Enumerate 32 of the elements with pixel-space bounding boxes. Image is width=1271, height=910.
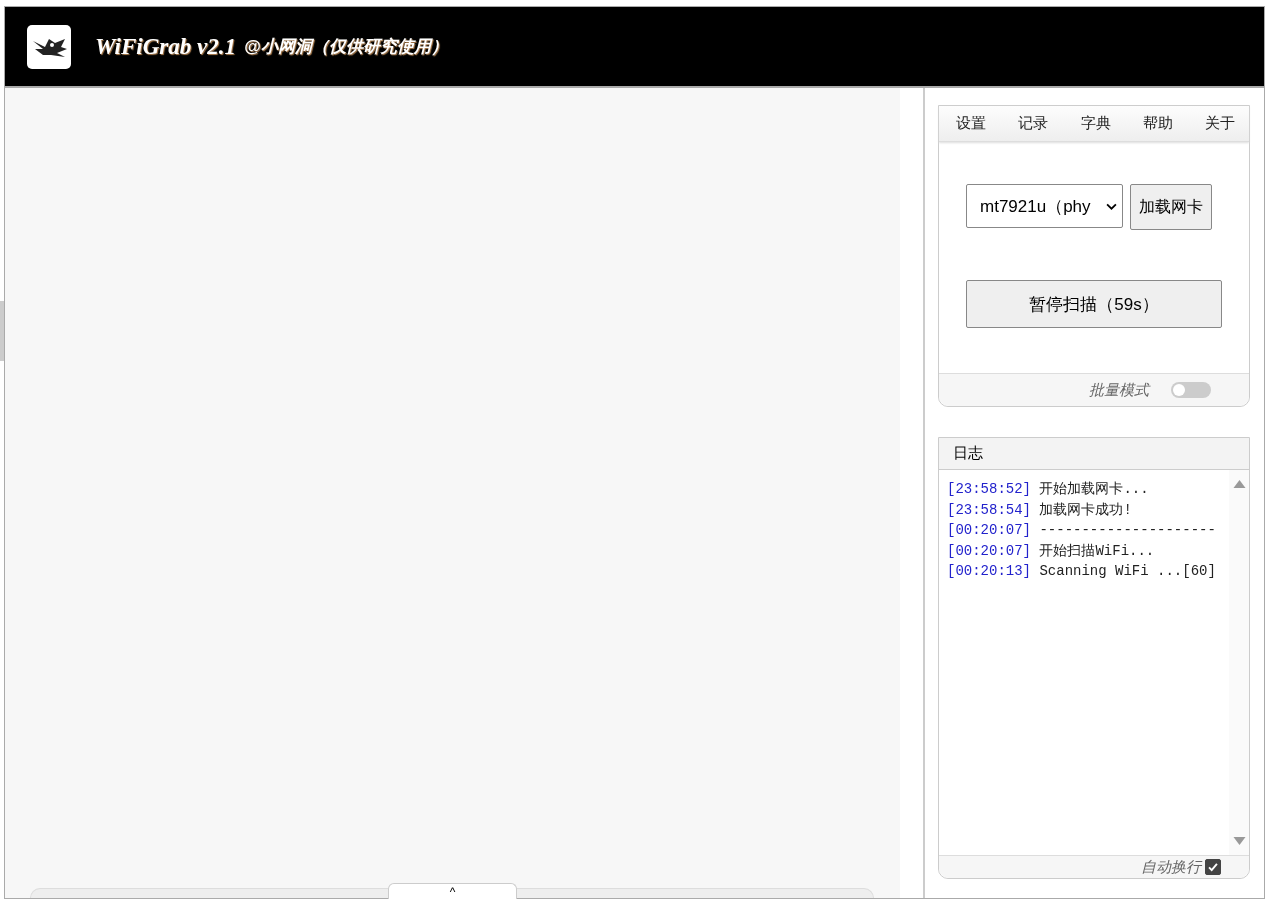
app-subtitle: @小网洞（仅供研究使用） xyxy=(244,36,448,58)
batch-mode-toggle[interactable] xyxy=(1171,382,1211,398)
app-title: WiFiGrab v2.1 xyxy=(95,33,236,60)
scrollbar[interactable] xyxy=(1229,470,1249,855)
load-adapter-button[interactable]: 加载网卡 xyxy=(1130,184,1212,230)
log-message: 开始加载网卡... xyxy=(1039,481,1149,497)
menu-item[interactable]: 设置 xyxy=(956,114,986,133)
menu-item[interactable]: 字典 xyxy=(1080,114,1111,133)
drawer-toggle[interactable]: ^ xyxy=(388,883,517,899)
scroll-down-icon[interactable] xyxy=(1232,837,1246,845)
adapter-select[interactable]: mt7921u（phy xyxy=(966,184,1123,228)
auto-wrap-label: 自动换行 xyxy=(1141,857,1201,877)
log-message: --------------------- xyxy=(1039,522,1216,538)
batch-mode-label: 批量模式 xyxy=(1089,380,1149,400)
log-message: 开始扫描WiFi... xyxy=(1039,542,1155,559)
menu-item[interactable]: 记录 xyxy=(1018,114,1049,133)
menu-item[interactable]: 关于 xyxy=(1205,114,1235,133)
log-timestamp: [00:20:13] xyxy=(947,563,1031,579)
scroll-handle[interactable] xyxy=(0,301,4,361)
log-title: 日志 xyxy=(953,444,983,463)
bird-logo-icon xyxy=(27,24,71,69)
chevron-down-icon xyxy=(1106,202,1117,210)
log-message: Scanning WiFi ...[60] xyxy=(1039,563,1216,579)
scroll-up-icon[interactable] xyxy=(1232,480,1246,488)
log-timestamp: [23:58:54] xyxy=(947,501,1031,518)
log-timestamp: [23:58:52] xyxy=(947,481,1031,497)
menu-item[interactable]: 帮助 xyxy=(1142,114,1173,133)
auto-wrap-checkbox[interactable] xyxy=(1205,859,1221,875)
log-timestamp: [00:20:07] xyxy=(947,522,1031,538)
log-message: 加载网卡成功! xyxy=(1039,501,1132,518)
pause-scan-button[interactable]: 暂停扫描（59s） xyxy=(966,280,1222,328)
log-timestamp: [00:20:07] xyxy=(947,542,1031,559)
